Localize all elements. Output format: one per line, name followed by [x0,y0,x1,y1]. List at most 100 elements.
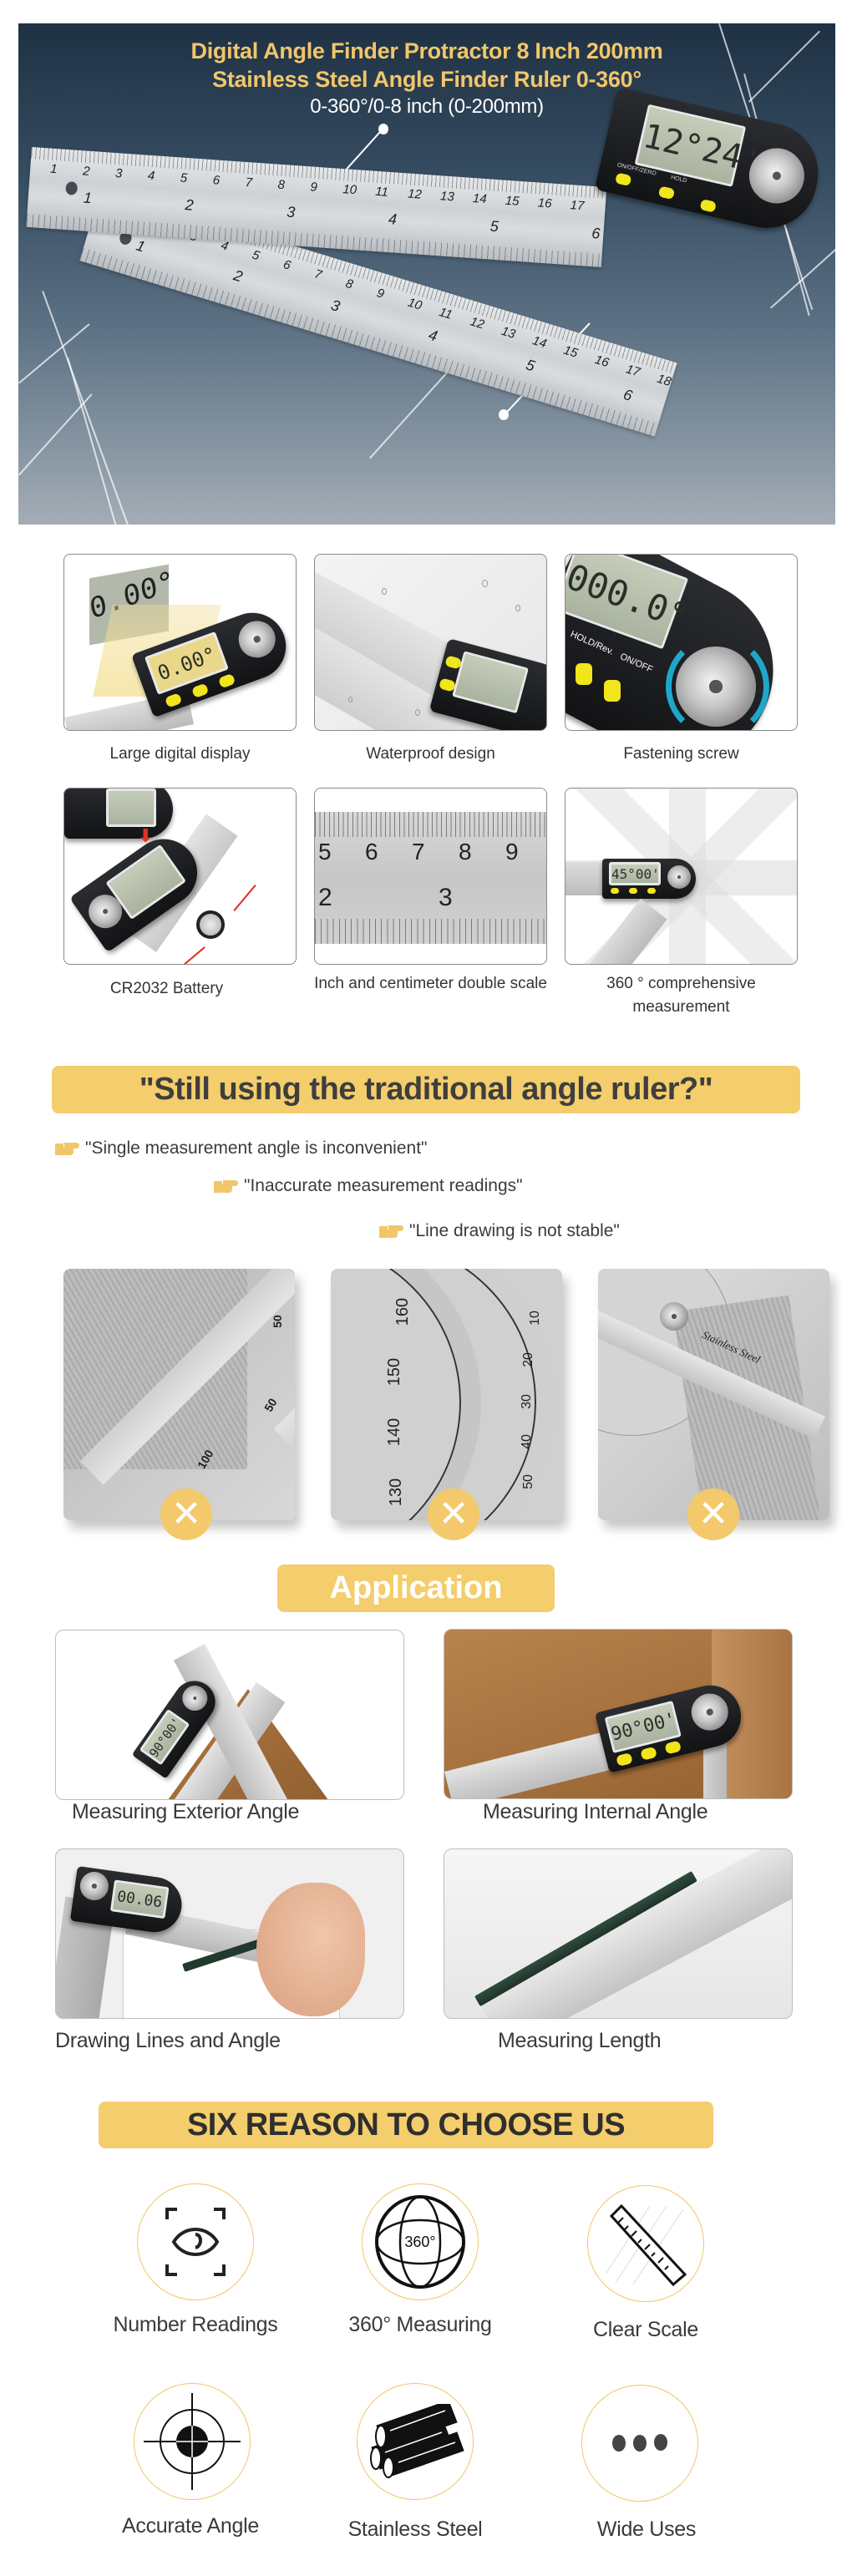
button [616,1752,633,1767]
scale-label: 50 [520,1474,535,1489]
example-steel-square: 50 50 100 [63,1269,295,1520]
pain-point: "Line drawing is not stable" [379,1221,620,1241]
feature-card-fastening-screw: 000.0° HOLD/Rev. ON/OFF [565,554,798,731]
application-card-measuring-length [444,1848,793,2019]
feature-card-large-display: 0.00° 0.00° [63,554,297,731]
pointing-hand-icon [55,1140,80,1157]
decorative-line [369,364,454,459]
lcd-display: 90°00' [139,1708,190,1766]
button [647,888,656,894]
decorative-line [18,323,90,384]
pain-point-text: "Line drawing is not stable" [409,1221,620,1240]
feature-label: Waterproof design [366,745,495,763]
reason-label: Number Readings [113,2313,278,2336]
globe-360-icon: 360° [375,2195,465,2289]
scale-label: 30 [519,1394,534,1409]
steel-pipes-icon [370,2404,464,2478]
hero-title-line-2: Stainless Steel Angle Finder Ruler 0-360… [212,67,642,92]
button [629,888,637,894]
eye-scan-icon [165,2208,226,2276]
pain-point-text: "Single measurement angle is inconvenien… [85,1138,428,1158]
reason-label: 360° Measuring [348,2313,492,2336]
arrow-icon [233,885,256,911]
feature-card-double-scale: 56789 23 [314,788,547,965]
reason-icon-circle: 360° [362,2183,479,2300]
water-drop [348,697,352,702]
pointing-hand-icon [214,1178,239,1194]
button [611,888,619,894]
pain-point-text: "Inaccurate measurement readings" [244,1176,523,1195]
reason-icon-circle [587,2185,704,2302]
button [164,692,183,708]
arrow-icon [172,946,205,964]
reason-label: Clear Scale [593,2318,698,2341]
more-dots-icon [612,2434,667,2452]
application-label: Measuring Internal Angle [483,1800,708,1823]
scale-label: 140 [385,1417,404,1447]
locking-knob [78,1869,111,1903]
locking-knob [687,1689,733,1735]
feature-label: 360 ° comprehensive measurement [606,975,756,1016]
ruler-hole [65,180,79,195]
crosshair-icon [144,2393,241,2490]
lcd-display [106,789,156,827]
scale-label: 160 [393,1297,413,1326]
hold-button[interactable] [657,185,676,200]
x-mark-icon: ✕ [687,1488,739,1540]
on-off-zero-button[interactable] [615,172,632,187]
scale-label: 20 [520,1352,535,1367]
hero-title: Digital Angle Finder Protractor 8 Inch 2… [18,37,835,94]
feature-card-360-measurement: 45°00' [565,788,798,965]
ruler-icon [606,2203,687,2287]
pointing-hand-icon [379,1223,404,1240]
unit-button[interactable] [699,199,717,213]
water-drop [515,605,520,611]
lcd-display [452,651,529,714]
reason-icon-circle [581,2385,698,2502]
water-drop [482,580,488,587]
scale-label: 50 [261,1396,280,1414]
locking-knob [233,616,281,663]
decorative-line [67,357,124,525]
button [190,682,210,699]
reason-icon-circle [357,2383,474,2500]
pivot-knob [660,1302,688,1331]
ruler-arm [565,862,607,895]
square-arm [273,1311,295,1453]
ruler-closeup: 56789 23 [315,812,546,944]
application-card-internal-angle: 90°00' [444,1629,793,1799]
feature-label: Inch and centimeter double scale [314,975,547,992]
problem-heading: "Still using the traditional angle ruler… [52,1066,800,1113]
hero-title-line-1: Digital Angle Finder Protractor 8 Inch 2… [190,38,663,63]
application-card-drawing-lines: 00.06 [55,1848,404,2019]
ruler-ticks [315,919,546,944]
reasons-heading: SIX REASON TO CHOOSE US [99,2102,713,2148]
locking-knob [177,1681,213,1716]
scale-label: 40 [519,1434,534,1449]
reason-label: Stainless Steel [347,2518,483,2541]
pain-point: "Inaccurate measurement readings" [214,1176,523,1196]
pain-point: "Single measurement angle is inconvenien… [55,1138,427,1159]
application-heading: Application [277,1564,555,1612]
application-card-exterior-angle: 90°00' [55,1630,404,1800]
cr2032-battery [196,910,225,939]
cm-scale: 56789 [318,839,519,865]
scale-label: 50 [270,1315,284,1328]
reason-label: Accurate Angle [122,2514,259,2538]
ruler-arm [565,899,667,964]
water-drop [382,588,387,595]
reason-icon-circle [137,2183,254,2300]
hero-banner: Digital Angle Finder Protractor 8 Inch 2… [18,23,835,525]
rotate-arrow-icon [666,635,769,730]
example-stainless-protractor: Stainless Steel [598,1269,829,1520]
globe-360-text: 360° [404,2234,435,2250]
reason-icon-circle [134,2383,251,2500]
feature-label: CR2032 Battery [109,980,224,997]
application-label: Measuring Length [498,2029,662,2052]
button [576,663,592,685]
wood-texture [63,1269,247,1469]
lcd-display: 45°00' [609,862,661,885]
feature-card-battery: ⬇ [63,788,297,965]
lcd-display: 00.06 [109,1879,170,1919]
application-label: Drawing Lines and Angle [55,2029,281,2052]
